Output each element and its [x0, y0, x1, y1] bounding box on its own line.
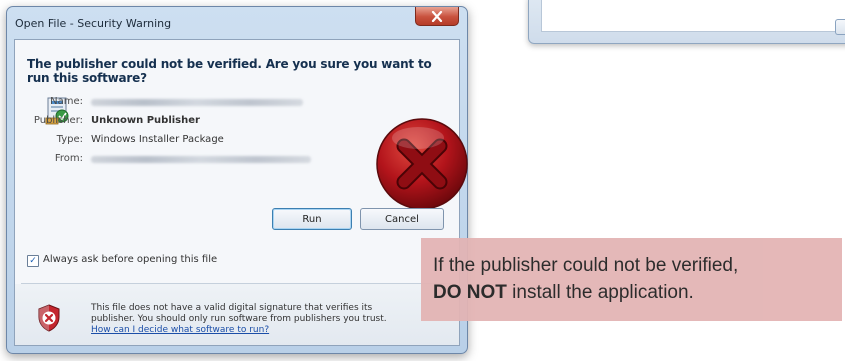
name-value-blurred — [91, 99, 303, 106]
type-label: Type: — [56, 134, 83, 145]
name-label: Name: — [50, 96, 83, 107]
close-icon — [431, 10, 443, 22]
warning-heading: The publisher could not be verified. Are… — [27, 57, 432, 85]
callout-line2: DO NOT install the application. — [433, 282, 694, 304]
background-window-button — [835, 19, 845, 35]
type-value: Windows Installer Package — [91, 134, 224, 145]
dialog-titlebar: Open File - Security Warning — [7, 7, 467, 39]
dialog-title: Open File - Security Warning — [15, 17, 172, 30]
from-value-blurred — [91, 156, 311, 163]
publisher-value: Unknown Publisher — [91, 115, 200, 126]
warning-footer: This file does not have a valid digital … — [15, 284, 459, 345]
security-shield-icon — [38, 304, 60, 332]
background-window — [528, 0, 845, 44]
callout-emphasis: DO NOT — [433, 282, 507, 303]
callout-box: If the publisher could not be verified, … — [421, 238, 842, 321]
background-window-content — [541, 0, 845, 32]
warning-text: This file does not have a valid digital … — [91, 303, 387, 324]
help-link[interactable]: How can I decide what software to run? — [91, 325, 411, 336]
callout-line1: If the publisher could not be verified, — [433, 255, 739, 276]
close-button[interactable] — [415, 7, 459, 26]
dialog-body: The publisher could not be verified. Are… — [14, 39, 468, 346]
run-button[interactable]: Run — [272, 208, 352, 230]
checkbox-checked-icon[interactable]: ✓ — [27, 255, 39, 267]
red-x-stop-icon — [376, 118, 468, 210]
callout-line2-text: install the application. — [506, 282, 694, 303]
cancel-button[interactable]: Cancel — [360, 208, 444, 230]
warning-message: This file does not have a valid digital … — [91, 303, 411, 336]
always-ask-label: Always ask before opening this file — [43, 254, 218, 265]
publisher-label: Publisher: — [33, 115, 83, 126]
security-warning-dialog: Open File - Security Warning The publish… — [6, 6, 468, 354]
from-label: From: — [54, 153, 83, 164]
